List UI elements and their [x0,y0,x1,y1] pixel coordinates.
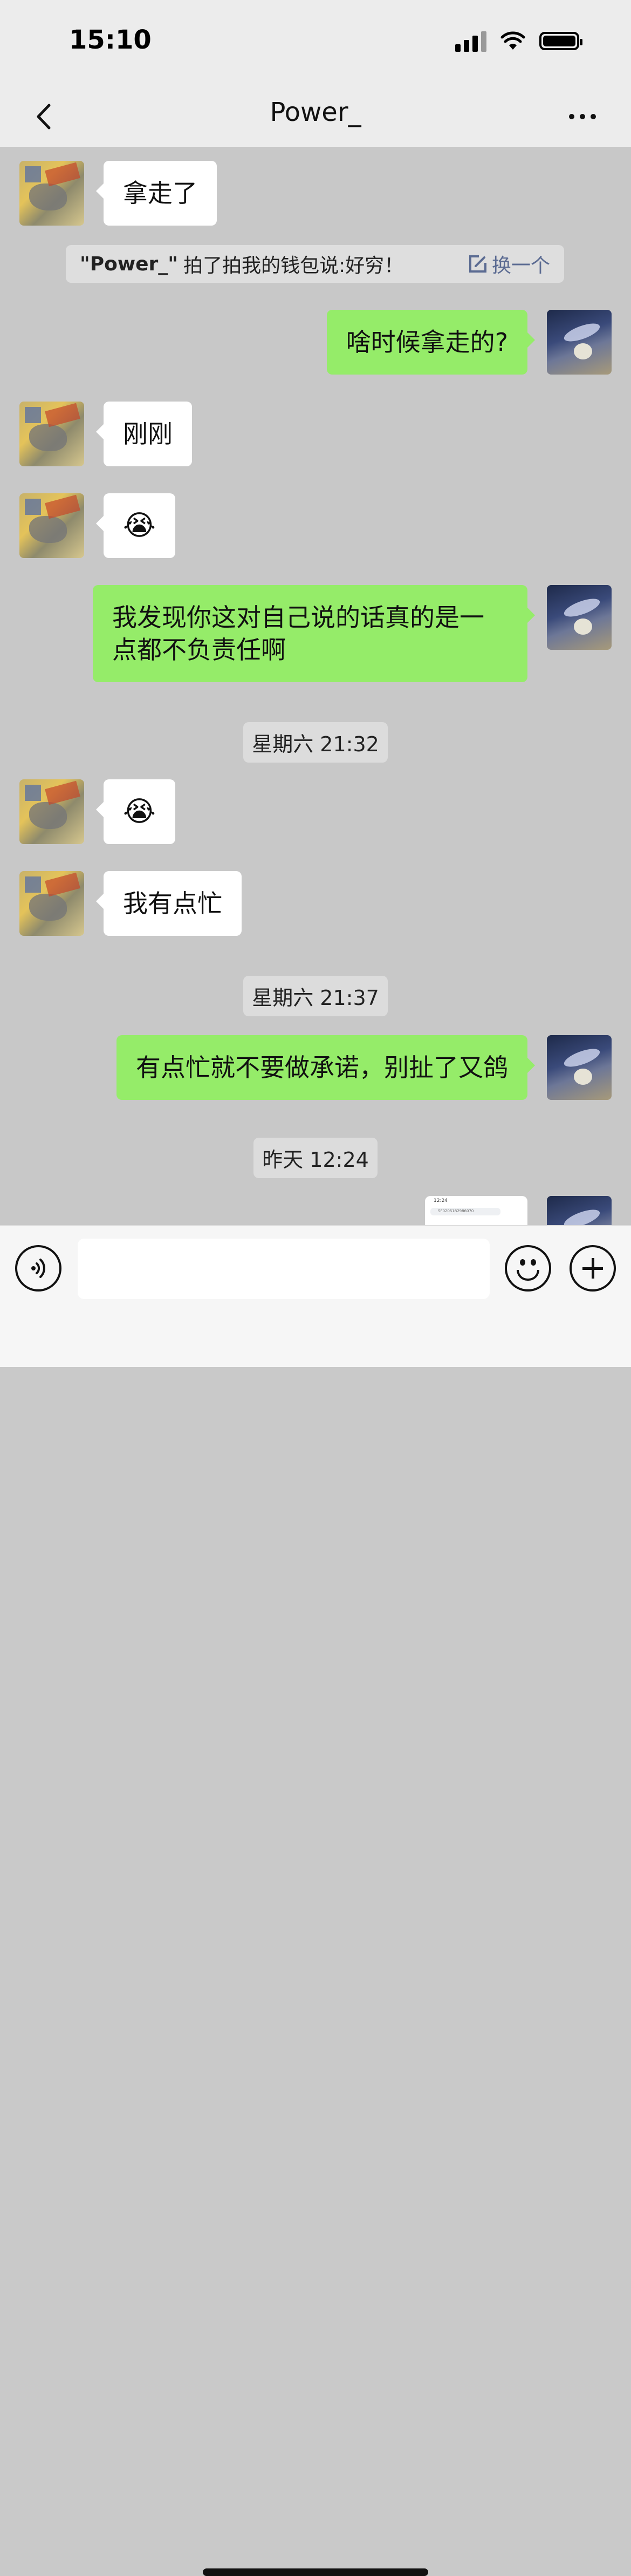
message-text: 我有点忙 [123,889,222,918]
smiley-eye-icon [520,1259,525,1266]
smiley-eye-icon [531,1259,536,1266]
more-options-button[interactable] [555,95,609,138]
crying-emoji-icon: 😭 [123,796,156,828]
status-time: 15:10 [69,25,152,55]
contact-avatar[interactable] [19,779,84,844]
message-row: 有点忙就不要做承诺，别扯了又鸽 [0,1035,631,1101]
message-input[interactable] [78,1239,490,1299]
outgoing-message-bubble[interactable]: 我发现你这对自己说的话真的是一点都不负责任啊 [93,585,535,682]
emoji-button[interactable] [505,1245,551,1292]
my-avatar[interactable] [547,1035,612,1100]
battery-icon [539,32,582,50]
input-bar [0,1225,631,2576]
my-avatar[interactable] [547,310,612,375]
message-row: 我有点忙 [0,871,631,937]
thumbnail-search-bar: SF0205182986070 [430,1208,500,1215]
message-row: 拿走了 [0,161,631,227]
outgoing-message-bubble[interactable]: 有点忙就不要做承诺，别扯了又鸽 [116,1035,535,1100]
message-row: 刚刚 [0,402,631,467]
thumbnail-search-text: SF0205182986070 [438,1209,474,1213]
pat-notification: "Power_" 拍了拍我的钱包说:好穷！ 换一个 [66,245,564,283]
swap-label: 换一个 [491,255,550,277]
crying-emoji-icon: 😭 [123,509,156,542]
message-row: 😭 [0,779,631,845]
chat-title: Power_ [270,97,361,127]
outgoing-message-bubble[interactable]: 啥时候拿走的? [326,310,536,375]
timestamp-label: 星期六 21:32 [243,722,388,763]
incoming-message-bubble[interactable]: 我有点忙 [96,871,242,936]
smiley-mouth-icon [517,1270,539,1281]
contact-avatar[interactable] [19,493,84,558]
message-row: 😭 [0,493,631,559]
cellular-signal-icon [455,30,486,52]
message-text: 有点忙就不要做承诺，别扯了又鸽 [136,1053,508,1082]
timestamp-divider: 星期六 21:37 [0,976,631,1016]
chat-area[interactable]: 拿走了 "Power_" 拍了拍我的钱包说:好穷！ 换一个 啥时候拿走的? 刚刚 [0,147,631,1225]
incoming-message-bubble[interactable]: 刚刚 [96,402,192,466]
my-avatar[interactable] [547,1196,612,1225]
message-row: 我发现你这对自己说的话真的是一点都不负责任啊 [0,585,631,682]
pat-sender: "Power_" [80,253,179,275]
voice-input-button[interactable] [15,1245,61,1292]
pat-text: 拍了拍我的钱包说:好穷！ [183,255,404,277]
contact-avatar[interactable] [19,161,84,226]
thumbnail-time: 12:24 [434,1198,448,1204]
incoming-emoji-bubble[interactable]: 😭 [96,493,175,558]
edit-icon [469,255,486,273]
more-dot-icon [580,114,585,119]
message-row: 啥时候拿走的? [0,310,631,376]
timestamp-label: 昨天 12:24 [253,1138,378,1178]
message-text: 我发现你这对自己说的话真的是一点都不负责任啊 [112,603,484,664]
voice-icon [31,1259,45,1278]
contact-avatar[interactable] [19,871,84,936]
image-message-thumbnail[interactable]: 12:24 SF0205182986070 [425,1196,527,1225]
swap-pat-button[interactable]: 换一个 [468,250,550,278]
timestamp-divider: 星期六 21:32 [0,722,631,763]
wifi-icon [500,31,525,50]
message-text: 刚刚 [123,419,173,448]
status-icons [455,30,582,52]
incoming-message-bubble[interactable]: 拿走了 [96,161,217,226]
incoming-emoji-bubble[interactable]: 😭 [96,779,175,844]
more-dot-icon [591,114,596,119]
home-indicator [203,2568,428,2576]
status-bar: 15:10 [0,0,631,86]
my-avatar[interactable] [547,585,612,650]
nav-bar: Power_ [0,86,631,147]
contact-avatar[interactable] [19,402,84,466]
message-text: 啥时候拿走的? [346,328,508,357]
more-functions-button[interactable] [570,1245,616,1292]
timestamp-divider: 昨天 12:24 [0,1138,631,1178]
message-row: 12:24 SF0205182986070 [0,1196,631,1225]
message-text: 拿走了 [123,179,197,208]
more-dot-icon [569,114,574,119]
timestamp-label: 星期六 21:37 [243,976,388,1016]
